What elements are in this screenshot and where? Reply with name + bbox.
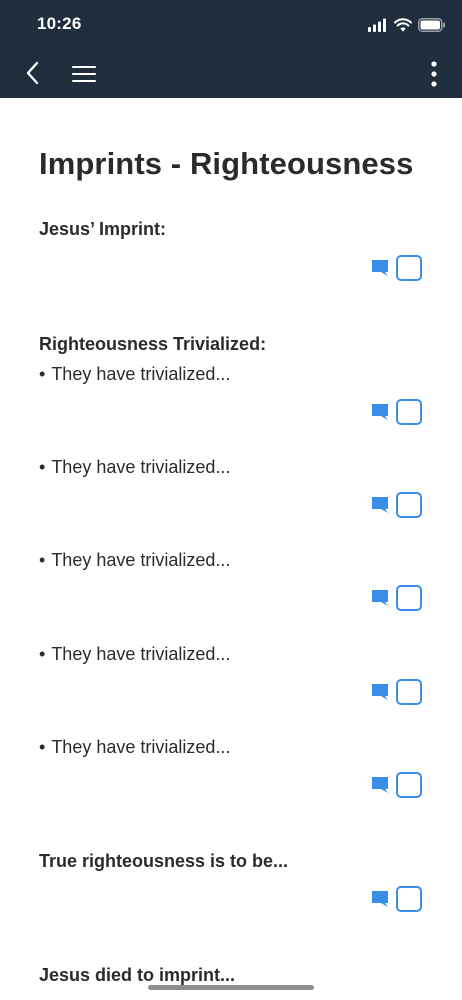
list-item: • They have trivialized... bbox=[39, 364, 230, 385]
comment-icon[interactable] bbox=[372, 260, 388, 276]
checkbox[interactable] bbox=[396, 772, 422, 798]
list-item-text: They have trivialized... bbox=[51, 457, 231, 477]
status-icons bbox=[368, 16, 446, 34]
comment-icon[interactable] bbox=[372, 777, 388, 793]
bullet: • bbox=[39, 364, 46, 384]
home-indicator[interactable] bbox=[148, 985, 314, 990]
action-row bbox=[372, 492, 422, 518]
action-row bbox=[372, 399, 422, 425]
action-row bbox=[372, 585, 422, 611]
checkbox[interactable] bbox=[396, 585, 422, 611]
more-vertical-icon[interactable] bbox=[430, 60, 438, 88]
list-item: • They have trivialized... bbox=[39, 550, 230, 571]
checkbox[interactable] bbox=[396, 399, 422, 425]
section-heading-true-righteousness: True righteousness is to be... bbox=[39, 851, 289, 871]
bullet: • bbox=[39, 457, 46, 477]
bullet: • bbox=[39, 737, 46, 757]
list-item: • They have trivialized... bbox=[39, 644, 230, 665]
action-row bbox=[372, 679, 422, 705]
list-item-text: They have trivialized... bbox=[51, 364, 231, 384]
page-title: Imprints - Righteousness bbox=[39, 146, 414, 181]
status-time: 10:26 bbox=[37, 14, 82, 33]
content-area: Imprints - Righteousness Jesus’ Imprint:… bbox=[0, 98, 462, 1000]
comment-icon[interactable] bbox=[372, 497, 388, 513]
comment-icon[interactable] bbox=[372, 590, 388, 606]
checkbox[interactable] bbox=[396, 679, 422, 705]
action-row bbox=[372, 255, 422, 281]
action-row bbox=[372, 772, 422, 798]
list-item-text: They have trivialized... bbox=[51, 737, 231, 757]
battery-icon bbox=[418, 18, 445, 32]
comment-icon[interactable] bbox=[372, 404, 388, 420]
checkbox[interactable] bbox=[396, 255, 422, 281]
bullet: • bbox=[39, 644, 46, 664]
checkbox[interactable] bbox=[396, 492, 422, 518]
section-heading-jesus-imprint: Jesus’ Imprint: bbox=[39, 219, 167, 239]
signal-icon bbox=[368, 18, 386, 32]
nav-bar bbox=[0, 50, 462, 98]
action-row bbox=[372, 886, 422, 912]
checkbox[interactable] bbox=[396, 886, 422, 912]
bullet: • bbox=[39, 550, 46, 570]
top-bar: 10:26 bbox=[0, 0, 462, 98]
list-item-text: They have trivialized... bbox=[51, 644, 231, 664]
comment-icon[interactable] bbox=[372, 684, 388, 700]
chevron-left-icon[interactable] bbox=[22, 60, 46, 86]
wifi-icon bbox=[394, 18, 412, 32]
section-heading-trivialized: Righteousness Trivialized: bbox=[39, 334, 267, 354]
list-item: • They have trivialized... bbox=[39, 737, 230, 758]
section-heading-jesus-died: Jesus died to imprint... bbox=[39, 965, 236, 985]
list-item-text: They have trivialized... bbox=[51, 550, 231, 570]
list-item: • They have trivialized... bbox=[39, 457, 230, 478]
comment-icon[interactable] bbox=[372, 891, 388, 907]
hamburger-menu-icon[interactable] bbox=[70, 62, 98, 86]
